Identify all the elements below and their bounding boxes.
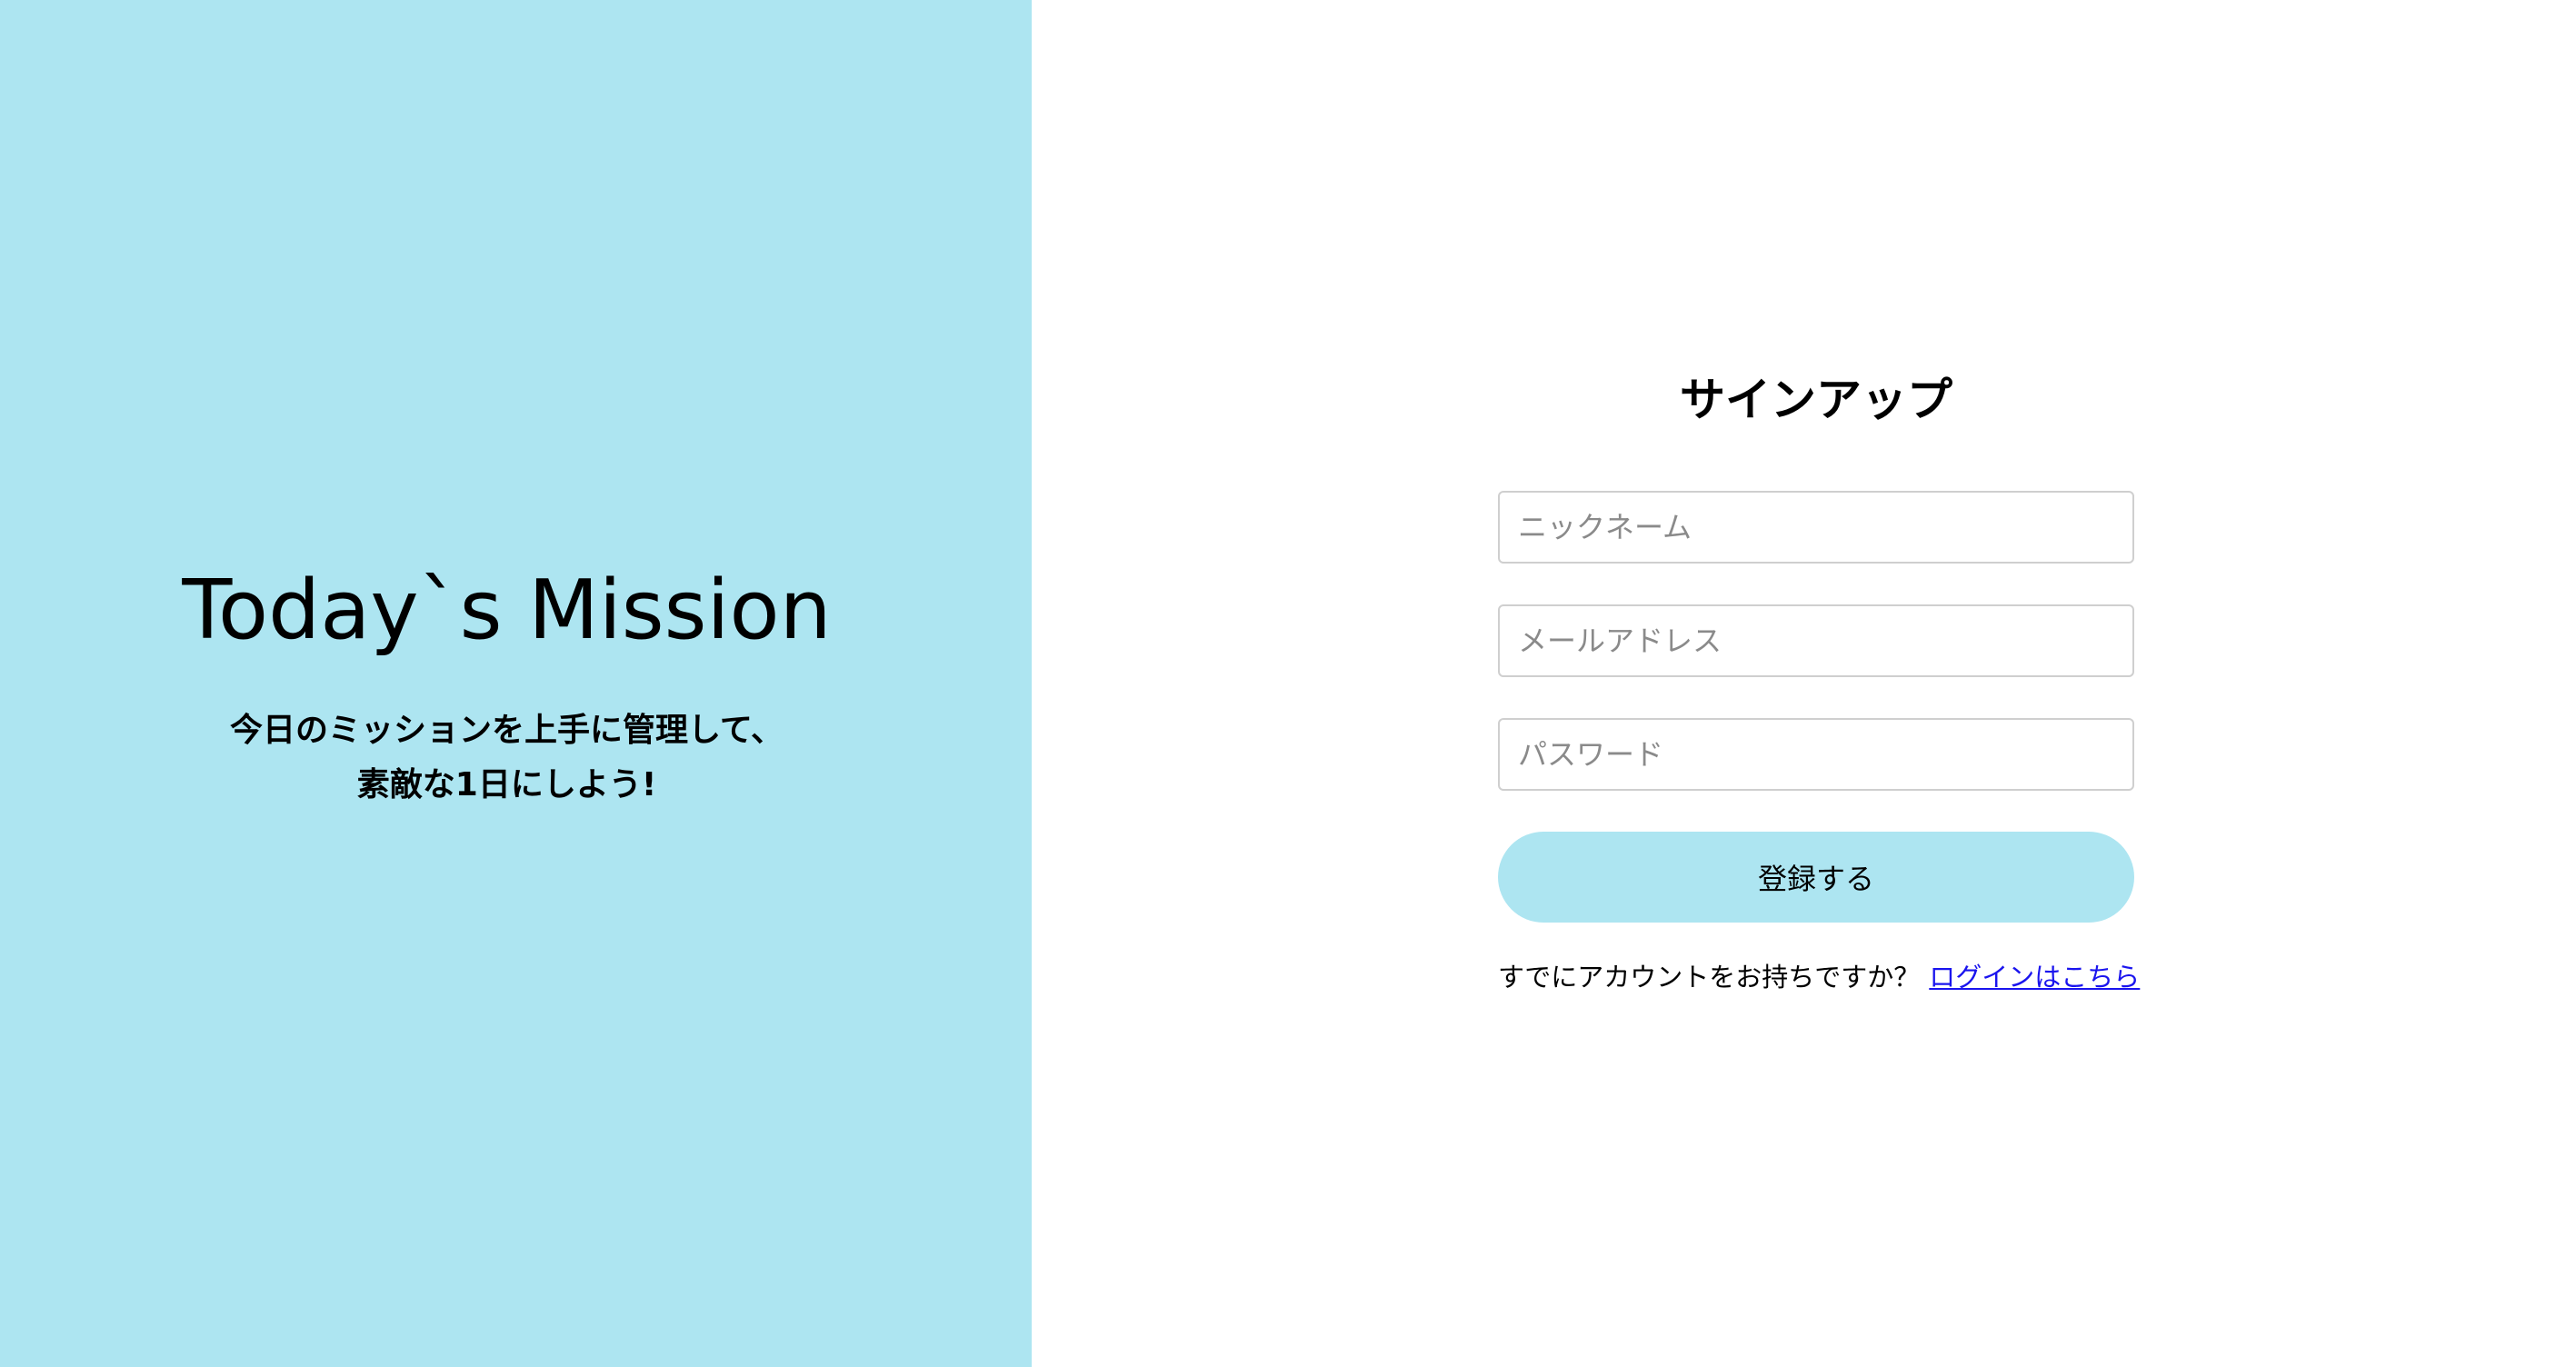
login-prompt-row: すでにアカウントをお持ちですか？ ログインはこちら <box>1498 959 2140 995</box>
signup-page: Today`s Mission 今日のミッションを上手に管理して、 素敵な1日に… <box>0 0 2576 1367</box>
signup-form: サインアップ 登録する すでにアカウントをお持ちですか？ ログインはこちら <box>1498 364 2140 995</box>
email-input[interactable] <box>1498 604 2134 677</box>
login-link[interactable]: ログインはこちら <box>1929 962 2140 993</box>
nickname-input[interactable] <box>1498 491 2134 564</box>
register-button[interactable]: 登録する <box>1498 832 2134 923</box>
hero-panel: Today`s Mission 今日のミッションを上手に管理して、 素敵な1日に… <box>0 0 1032 1367</box>
form-title: サインアップ <box>1680 374 1952 426</box>
app-tagline: 今日のミッションを上手に管理して、 素敵な1日にしよう! <box>0 703 1013 813</box>
tagline-line-1: 今日のミッションを上手に管理して、 <box>229 712 784 749</box>
tagline-line-2: 素敵な1日にしよう! <box>356 766 657 803</box>
app-title: Today`s Mission <box>182 563 832 658</box>
password-input[interactable] <box>1498 718 2134 791</box>
login-prompt-text: すでにアカウントをお持ちですか？ <box>1498 962 1921 993</box>
